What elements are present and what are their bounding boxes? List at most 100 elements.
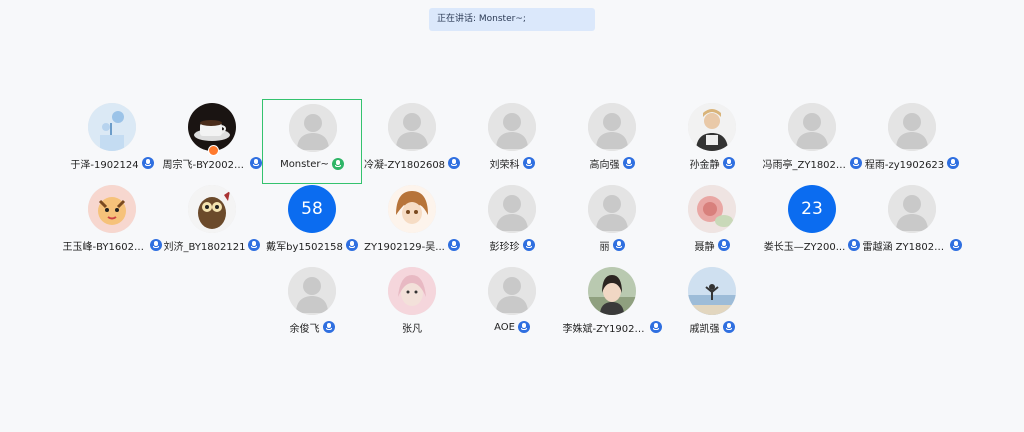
avatar — [188, 185, 236, 233]
participant-name: Monster~ — [280, 158, 329, 170]
participant-name: 高向强 — [589, 159, 620, 171]
microphone-icon — [947, 157, 960, 169]
participant-name-row: 雷越涵 ZY18021... — [862, 238, 962, 253]
participant-name: 彭珍珍 — [489, 241, 520, 253]
microphone-icon — [522, 157, 535, 169]
avatar — [688, 267, 736, 315]
participant-name-row: 戴军by1502158 — [262, 238, 362, 253]
avatar — [88, 185, 136, 233]
participant-name-row: 冷凝-ZY1802608 — [362, 156, 462, 171]
participant-name-row: 冯雨亭_ZY18021... — [762, 156, 862, 171]
participant-name: 余俊飞 — [289, 323, 320, 335]
default-avatar-icon — [888, 185, 936, 233]
number-avatar: 23 — [788, 185, 836, 233]
participant-name: 刘济_BY1802121 — [163, 241, 246, 253]
default-avatar-icon — [888, 103, 936, 151]
participant-name-row: AOE — [462, 320, 562, 334]
participant-name: 张凡 — [402, 323, 422, 335]
participant-name-row: 李姝斌-ZY19021... — [562, 320, 662, 335]
participant-tile[interactable]: 高向强 — [562, 99, 662, 184]
avatar — [188, 103, 236, 151]
participant-tile[interactable]: 李姝斌-ZY19021... — [562, 263, 662, 348]
default-avatar-icon — [588, 185, 636, 233]
participant-name: 程雨-zy1902623 — [864, 159, 945, 171]
participant-tile[interactable]: 58 戴军by1502158 — [262, 181, 362, 266]
participant-name-row: Monster~ — [263, 157, 361, 171]
participant-tile[interactable]: 王玉峰-BY16021... — [62, 181, 162, 266]
microphone-icon — [141, 157, 154, 169]
microphone-icon — [149, 239, 162, 251]
participant-name: 聂静 — [694, 241, 715, 253]
participant-tile[interactable]: Monster~ — [262, 99, 362, 184]
microphone-icon — [517, 321, 530, 333]
participant-tile[interactable]: 戚凯强 — [662, 263, 762, 348]
participant-name: 李姝斌-ZY19021... — [562, 323, 647, 335]
participant-tile[interactable]: AOE — [462, 263, 562, 348]
participant-name: 戴军by1502158 — [266, 241, 343, 253]
participant-tile[interactable]: 冷凝-ZY1802608 — [362, 99, 462, 184]
microphone-icon — [717, 239, 730, 251]
participant-name-row: 孙金静 — [662, 156, 762, 171]
participant-tile[interactable]: 刘济_BY1802121 — [162, 181, 262, 266]
participant-name-row: 彭珍珍 — [462, 238, 562, 253]
participant-name-row: 于泽-1902124 — [62, 156, 162, 171]
microphone-icon — [322, 321, 335, 333]
default-avatar-icon — [289, 104, 337, 152]
participant-name-row: 刘济_BY1802121 — [162, 238, 262, 253]
default-avatar-icon — [588, 103, 636, 151]
participant-tile[interactable]: 聂静 — [662, 181, 762, 266]
number-avatar: 58 — [288, 185, 336, 233]
microphone-icon — [331, 158, 344, 170]
avatar — [588, 267, 636, 315]
microphone-icon — [722, 321, 735, 333]
default-avatar-icon — [488, 267, 536, 315]
microphone-icon — [448, 157, 461, 169]
participant-tile[interactable]: 孙金静 — [662, 99, 762, 184]
participant-name-row: 周宗飞-BY20021... — [162, 156, 262, 171]
participant-name-row: ZY1902129-吴... — [362, 238, 462, 253]
participant-name: 雷越涵 ZY18021... — [862, 241, 947, 253]
participant-tile[interactable]: 周宗飞-BY20021... — [162, 99, 262, 184]
participant-name: 王玉峰-BY16021... — [62, 241, 147, 253]
participant-tile[interactable]: 23 娄长玉—ZY200... — [762, 181, 862, 266]
participant-name-row: 张凡 — [362, 320, 462, 335]
default-avatar-icon — [488, 103, 536, 151]
participant-name: 丽 — [599, 241, 610, 253]
participant-name-row: 余俊飞 — [262, 320, 362, 335]
default-avatar-icon — [788, 103, 836, 151]
participant-name-row: 娄长玉—ZY200... — [762, 238, 862, 253]
participant-tile[interactable]: 雷越涵 ZY18021... — [862, 181, 962, 266]
participant-tile[interactable]: 刘荣科 — [462, 99, 562, 184]
participant-name-row: 程雨-zy1902623 — [862, 156, 962, 171]
participant-tile[interactable]: 于泽-1902124 — [62, 99, 162, 184]
participant-name-row: 高向强 — [562, 156, 662, 171]
default-avatar-icon — [488, 185, 536, 233]
participant-name-row: 聂静 — [662, 238, 762, 253]
participant-tile[interactable]: 程雨-zy1902623 — [862, 99, 962, 184]
participant-grid: 于泽-1902124 周宗飞-BY20021... Monster~ 冷凝-ZY180… — [0, 0, 1024, 432]
microphone-icon — [447, 239, 460, 251]
microphone-icon — [649, 321, 662, 333]
participant-tile[interactable]: 张凡 — [362, 263, 462, 348]
participant-name: 刘荣科 — [489, 159, 520, 171]
participant-tile[interactable]: 冯雨亭_ZY18021... — [762, 99, 862, 184]
participant-tile[interactable]: ZY1902129-吴... — [362, 181, 462, 266]
microphone-icon — [612, 239, 625, 251]
participant-name-row: 丽 — [562, 238, 662, 253]
participant-name-row: 戚凯强 — [662, 320, 762, 335]
participant-name: ZY1902129-吴... — [364, 241, 445, 253]
participant-tile[interactable]: 丽 — [562, 181, 662, 266]
microphone-icon — [345, 239, 358, 251]
participant-name-row: 王玉峰-BY16021... — [62, 238, 162, 253]
participant-name: 冯雨亭_ZY18021... — [762, 159, 847, 171]
participant-tile[interactable]: 余俊飞 — [262, 263, 362, 348]
participant-name: 周宗飞-BY20021... — [162, 159, 247, 171]
participant-tile[interactable]: 彭珍珍 — [462, 181, 562, 266]
microphone-icon — [848, 239, 861, 251]
avatar — [88, 103, 136, 151]
participant-name: 孙金静 — [689, 159, 720, 171]
participant-name: 于泽-1902124 — [70, 159, 139, 171]
default-avatar-icon — [388, 103, 436, 151]
microphone-icon — [249, 157, 262, 169]
avatar — [388, 185, 436, 233]
